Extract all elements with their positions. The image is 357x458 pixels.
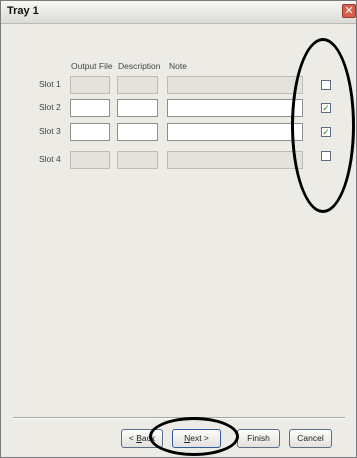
slot-3-output-file-field[interactable] [70,123,110,141]
close-icon: ✕ [344,5,354,17]
slot-1-label: Slot 1 [39,79,61,89]
slot-4-checkbox[interactable] [321,151,331,161]
next-button-label: ext > [190,433,209,443]
finish-button-label: Finish [247,433,270,443]
slot-3-checkbox[interactable]: ✓ [321,127,331,137]
back-button-label: ack [141,433,156,443]
next-button[interactable]: Next > [172,429,221,448]
slot-4-label: Slot 4 [39,154,61,164]
slot-1-checkbox[interactable] [321,80,331,90]
slot-1-note-field [167,76,303,94]
slot-2-description-field[interactable] [117,99,158,117]
slot-1-description-field [117,76,158,94]
slot-3-label: Slot 3 [39,126,61,136]
column-header-note: Note [169,61,187,71]
slot-4-description-field [117,151,158,169]
slot-2-output-file-field[interactable] [70,99,110,117]
slot-4-output-file-field [70,151,110,169]
column-header-description: Description [118,61,161,71]
check-mark-icon: ✓ [322,103,330,113]
slot-3-note-field[interactable] [167,123,303,141]
cancel-button-label: Cancel [297,433,324,443]
slot-2-checkbox[interactable]: ✓ [321,103,331,113]
column-header-output-file: Output File [71,61,113,71]
cancel-button[interactable]: Cancel [289,429,332,448]
title-bar[interactable]: Tray 1 ✕ [1,1,356,24]
window-title: Tray 1 [7,5,39,17]
separator [13,417,345,419]
slot-2-label: Slot 2 [39,102,61,112]
slot-4-note-field [167,151,303,169]
slot-2-note-field[interactable] [167,99,303,117]
slot-1-output-file-field [70,76,110,94]
finish-button[interactable]: Finish [237,429,280,448]
tray-dialog: Tray 1 ✕ Output File Description Note Sl… [0,0,357,458]
slot-3-description-field[interactable] [117,123,158,141]
check-mark-icon: ✓ [322,127,330,137]
back-button[interactable]: < Back [121,429,163,448]
close-button[interactable]: ✕ [342,4,356,18]
